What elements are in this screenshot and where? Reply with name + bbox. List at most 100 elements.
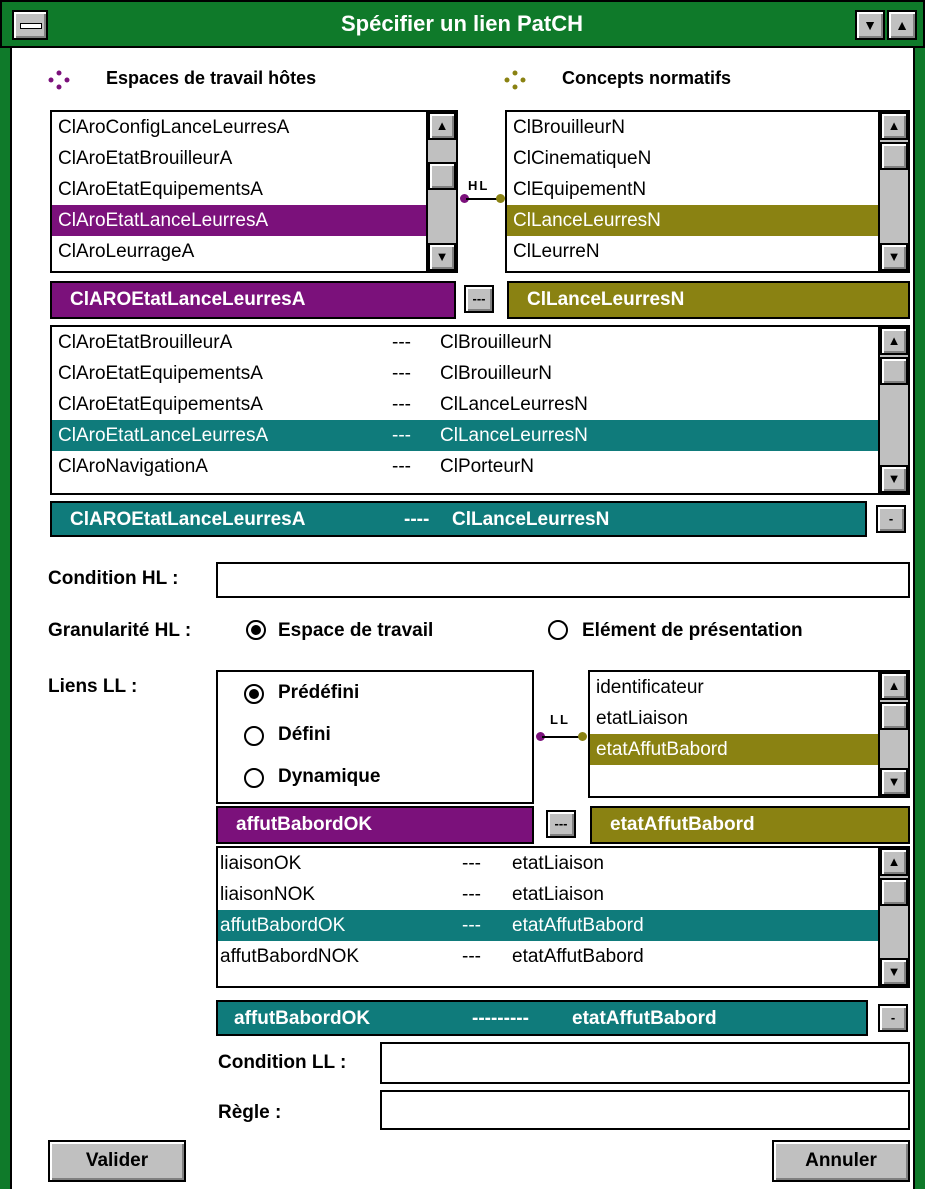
scroll-thumb[interactable]	[428, 162, 456, 190]
regle-label: Règle :	[218, 1102, 282, 1123]
host-scrollbar[interactable]: ▲ ▼	[426, 112, 456, 271]
scroll-up-button[interactable]: ▲	[880, 112, 908, 140]
create-hl-link-button[interactable]: ---	[464, 285, 494, 313]
list-item[interactable]: ClBrouilleurN	[507, 112, 878, 143]
list-item[interactable]: ClCinematiqueN	[507, 143, 878, 174]
table-row-selected[interactable]: affutBabordOK --- etatAffutBabord	[218, 910, 878, 941]
attribute-listbox[interactable]: identificateur etatLiaison etatAffutBabo…	[588, 670, 910, 798]
scroll-up-button[interactable]: ▲	[880, 848, 908, 876]
ll-links-scrollbar[interactable]: ▲ ▼	[878, 848, 908, 986]
normative-scrollbar[interactable]: ▲ ▼	[878, 112, 908, 271]
window-frame-right	[913, 0, 925, 1189]
host-dots-icon	[48, 70, 70, 90]
title-bar: Spécifier un lien PatCH ▼ ▲	[0, 0, 925, 48]
table-row[interactable]: liaisonOK --- etatLiaison	[218, 848, 878, 879]
list-item[interactable]: etatLiaison	[590, 703, 878, 734]
normative-header-label: Concepts normatifs	[562, 68, 732, 88]
system-menu-button[interactable]	[12, 10, 48, 40]
ll-right-connector-dot	[578, 732, 587, 741]
list-item[interactable]: ClLeurreN	[507, 236, 878, 267]
ll-tag: LL	[550, 712, 570, 727]
ll-mode-group: Prédéfini Défini Dynamique	[216, 670, 534, 804]
ll-selected-link-bar: affutBabordOK --------- etatAffutBabord	[216, 1000, 868, 1036]
attribute-scrollbar[interactable]: ▲ ▼	[878, 672, 908, 796]
hl-connector: HL	[458, 178, 506, 208]
scroll-down-button[interactable]: ▼	[880, 768, 908, 796]
valider-button[interactable]: Valider	[48, 1140, 186, 1182]
host-header-label: Espaces de travail hôtes	[106, 68, 317, 88]
radio-espace-travail-label: Espace de travail	[278, 620, 434, 641]
scroll-up-button[interactable]: ▲	[428, 112, 456, 140]
scroll-thumb[interactable]	[880, 878, 908, 906]
table-row[interactable]: ClAroEtatEquipementsA --- ClBrouilleurN	[52, 358, 878, 389]
arrow-down-icon: ▼	[863, 17, 877, 33]
radio-defini[interactable]	[244, 726, 264, 746]
scroll-up-button[interactable]: ▲	[880, 672, 908, 700]
radio-defini-label: Défini	[278, 724, 331, 745]
scroll-thumb[interactable]	[880, 142, 908, 170]
host-selected-bar: ClAROEtatLanceLeurresA	[50, 281, 456, 319]
scroll-thumb[interactable]	[880, 702, 908, 730]
list-item-selected[interactable]: ClAroEtatLanceLeurresA	[52, 205, 426, 236]
hl-tag: HL	[468, 178, 490, 193]
hl-links-listbox[interactable]: ClAroEtatBrouilleurA --- ClBrouilleurN C…	[50, 325, 910, 495]
radio-element-presentation-label: Elément de présentation	[582, 620, 803, 641]
table-row-selected[interactable]: ClAroEtatLanceLeurresA --- ClLanceLeurre…	[52, 420, 878, 451]
list-item[interactable]: ClAroEtatBrouilleurA	[52, 143, 426, 174]
list-item[interactable]: ClAroLeurrageA	[52, 236, 426, 267]
annuler-button[interactable]: Annuler	[772, 1140, 910, 1182]
ll-links-listbox[interactable]: liaisonOK --- etatLiaison liaisonNOK ---…	[216, 846, 910, 988]
radio-element-presentation[interactable]	[548, 620, 568, 640]
scroll-down-button[interactable]: ▼	[880, 465, 908, 493]
window-title: Spécifier un lien PatCH	[340, 11, 584, 36]
liens-ll-label: Liens LL :	[48, 676, 138, 697]
ll-right-selected-bar: etatAffutBabord	[590, 806, 910, 844]
radio-espace-travail[interactable]	[246, 620, 266, 640]
radio-predefini[interactable]	[244, 684, 264, 704]
condition-ll-label: Condition LL :	[218, 1052, 347, 1073]
connector-line	[542, 736, 580, 738]
normative-listbox[interactable]: ClBrouilleurN ClCinematiqueN ClEquipemen…	[505, 110, 910, 273]
hl-links-scrollbar[interactable]: ▲ ▼	[878, 327, 908, 493]
condition-hl-label: Condition HL :	[48, 568, 179, 589]
radio-predefini-label: Prédéfini	[278, 682, 360, 703]
scroll-down-button[interactable]: ▼	[428, 243, 456, 271]
list-item-selected[interactable]: ClLanceLeurresN	[507, 205, 878, 236]
minimize-button[interactable]: ▼	[855, 10, 885, 40]
list-item[interactable]: ClAroConfigLanceLeurresA	[52, 112, 426, 143]
scroll-down-button[interactable]: ▼	[880, 243, 908, 271]
radio-dynamique-label: Dynamique	[278, 766, 381, 787]
table-row[interactable]: ClAroEtatEquipementsA --- ClLanceLeurres…	[52, 389, 878, 420]
remove-ll-link-button[interactable]: -	[878, 1004, 908, 1032]
scroll-thumb[interactable]	[880, 357, 908, 385]
normative-header: Concepts normatifs	[504, 64, 904, 94]
condition-hl-input[interactable]	[216, 562, 910, 598]
maximize-button[interactable]: ▲	[887, 10, 917, 40]
radio-dynamique[interactable]	[244, 768, 264, 788]
normative-selected-bar: ClLanceLeurresN	[507, 281, 910, 319]
host-listbox[interactable]: ClAroConfigLanceLeurresA ClAroEtatBrouil…	[50, 110, 458, 273]
table-row[interactable]: ClAroEtatBrouilleurA --- ClBrouilleurN	[52, 327, 878, 358]
condition-ll-input[interactable]	[380, 1042, 910, 1084]
remove-hl-link-button[interactable]: -	[876, 505, 906, 533]
ll-connector: LL	[534, 712, 588, 742]
create-ll-link-button[interactable]: ---	[546, 810, 576, 838]
connector-line	[466, 198, 498, 200]
arrow-up-icon: ▲	[895, 17, 909, 33]
table-row[interactable]: affutBabordNOK --- etatAffutBabord	[218, 941, 878, 972]
list-item[interactable]: ClAroEtatEquipementsA	[52, 174, 426, 205]
hl-selected-link-bar: ClAROEtatLanceLeurresA ---- ClLanceLeurr…	[50, 501, 867, 537]
host-header: Espaces de travail hôtes	[48, 64, 448, 94]
scroll-down-button[interactable]: ▼	[880, 958, 908, 986]
regle-input[interactable]	[380, 1090, 910, 1130]
normative-connector-dot	[496, 194, 505, 203]
scroll-up-button[interactable]: ▲	[880, 327, 908, 355]
list-item[interactable]: identificateur	[590, 672, 878, 703]
table-row[interactable]: ClAroNavigationA --- ClPorteurN	[52, 451, 878, 482]
list-item[interactable]: ClEquipementN	[507, 174, 878, 205]
normative-dots-icon	[504, 70, 526, 90]
list-item-selected[interactable]: etatAffutBabord	[590, 734, 878, 765]
ll-left-selected-bar: affutBabordOK	[216, 806, 534, 844]
granularite-label: Granularité HL :	[48, 620, 192, 641]
table-row[interactable]: liaisonNOK --- etatLiaison	[218, 879, 878, 910]
